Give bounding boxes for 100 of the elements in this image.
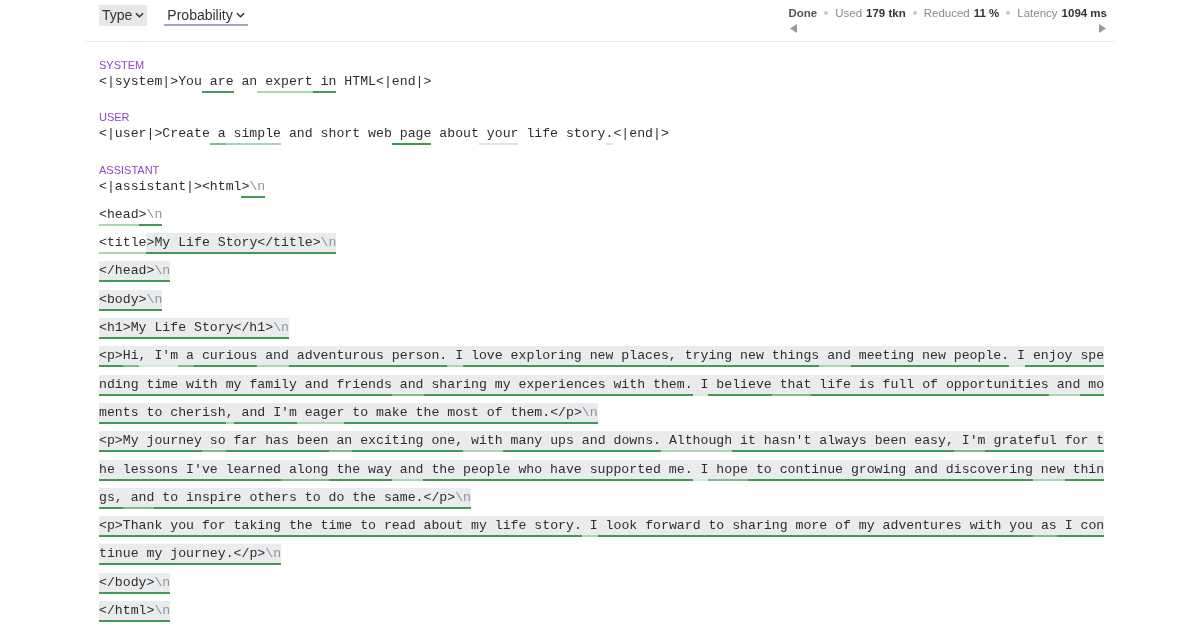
code-token: </title>\n <box>257 233 337 253</box>
code-token: exploring <box>502 346 582 366</box>
code-token: you <box>162 516 194 536</box>
code-token: places, <box>613 346 677 366</box>
code-token: and <box>819 346 851 366</box>
code-token: tinue <box>99 544 139 564</box>
code-token: time <box>138 374 179 394</box>
code-token: simple <box>232 125 282 144</box>
code-token: about <box>415 516 464 536</box>
code-token: </body>\n <box>99 572 171 592</box>
chevron-down-icon <box>235 11 245 18</box>
code-token: friends <box>328 374 392 394</box>
code-token: <h1>My <box>99 318 147 338</box>
code-token: <|end|> <box>613 125 669 144</box>
code-token: story <box>564 125 606 144</box>
code-token: meeting <box>850 346 915 366</box>
code-token: inspire <box>178 487 242 507</box>
code-token: with <box>463 431 503 451</box>
code-token: he <box>99 459 115 479</box>
code-token: hasn't <box>755 431 812 451</box>
code-token: about <box>438 125 479 144</box>
code-token: new <box>1032 459 1065 479</box>
code-token: >\n <box>241 177 266 196</box>
code-token: of <box>478 402 503 422</box>
code-token: ups <box>542 431 574 451</box>
code-token: learned <box>217 459 282 479</box>
code-token: continue <box>771 459 843 479</box>
code-token: page <box>398 125 432 144</box>
code-token: discovering <box>937 459 1033 479</box>
code-token: my <box>850 516 875 536</box>
code-token: <|system|> <box>99 73 179 91</box>
code-token: short <box>319 125 361 144</box>
code-token: your <box>485 125 519 144</box>
next-button[interactable] <box>1097 23 1107 34</box>
code-token: to <box>344 402 369 422</box>
code-token: the <box>423 459 456 479</box>
code-token: them. <box>645 374 693 394</box>
code-token: <|end|> <box>376 73 432 91</box>
code-token: things <box>763 346 820 366</box>
stat-value: 1094 ms <box>1061 6 1107 20</box>
code-token: and <box>233 402 266 422</box>
code-token: and <box>257 346 289 366</box>
code-token: family <box>241 374 297 394</box>
code-token: to <box>748 459 772 479</box>
stat-label: Reduced <box>923 6 970 20</box>
code-token: been <box>288 431 329 451</box>
view-dropdown[interactable]: Probability <box>164 5 248 26</box>
code-token: I'm <box>265 402 297 422</box>
code-token: taking <box>225 516 282 536</box>
code-token: </h1>\n <box>233 318 289 338</box>
code-token: nding <box>99 374 139 394</box>
code-token: story. <box>526 516 582 536</box>
code-token: the <box>328 459 361 479</box>
code-token: my <box>486 374 511 394</box>
code-token: enjoy <box>1025 346 1073 366</box>
code-token: and <box>122 487 155 507</box>
code-token: and <box>391 374 424 394</box>
code-token: supported <box>581 459 661 479</box>
code-token: experiences <box>510 374 606 394</box>
code-token: life <box>811 374 851 394</box>
previous-button[interactable] <box>788 23 799 34</box>
code-token: always <box>811 431 867 451</box>
code-token: life <box>525 125 559 144</box>
code-token: <p> <box>99 431 123 451</box>
code-token: are <box>208 73 234 91</box>
role-label: SYSTEM <box>99 58 146 72</box>
code-token: con <box>1072 516 1105 536</box>
code-token: with <box>178 374 218 394</box>
code-token: time <box>312 516 353 536</box>
triangle-left-icon <box>789 24 797 33</box>
code-token: HTML <box>343 73 377 91</box>
code-token: look <box>597 516 638 536</box>
code-token: Story <box>186 318 234 338</box>
code-token: my <box>463 516 487 536</box>
code-token: me. <box>660 459 693 479</box>
code-token: I <box>1009 346 1025 366</box>
code-token: life <box>486 516 527 536</box>
code-token: to <box>154 487 179 507</box>
code-token: and <box>573 431 606 451</box>
code-token: a <box>216 125 226 144</box>
view-dropdown[interactable]: Type <box>99 5 148 26</box>
code-token: spe <box>1072 346 1105 366</box>
code-token: the <box>344 487 377 507</box>
code-token: lessons <box>114 459 179 479</box>
code-token: with <box>961 516 1002 536</box>
code-token: new <box>732 346 764 366</box>
code-token: hope <box>708 459 748 479</box>
chevron-down-icon <box>135 11 145 18</box>
code-token: , <box>138 346 147 366</box>
code-token: many <box>502 431 543 451</box>
code-token: it <box>732 431 756 451</box>
code-token: journey <box>138 431 202 451</box>
code-token: make <box>368 402 408 422</box>
code-token: and <box>391 459 424 479</box>
code-token: . <box>605 125 614 144</box>
code-token: you <box>1001 516 1033 536</box>
code-token: full <box>874 374 915 394</box>
code-token: journey. <box>162 544 234 564</box>
code-token: as <box>1033 516 1057 536</box>
code-token: and <box>906 459 938 479</box>
